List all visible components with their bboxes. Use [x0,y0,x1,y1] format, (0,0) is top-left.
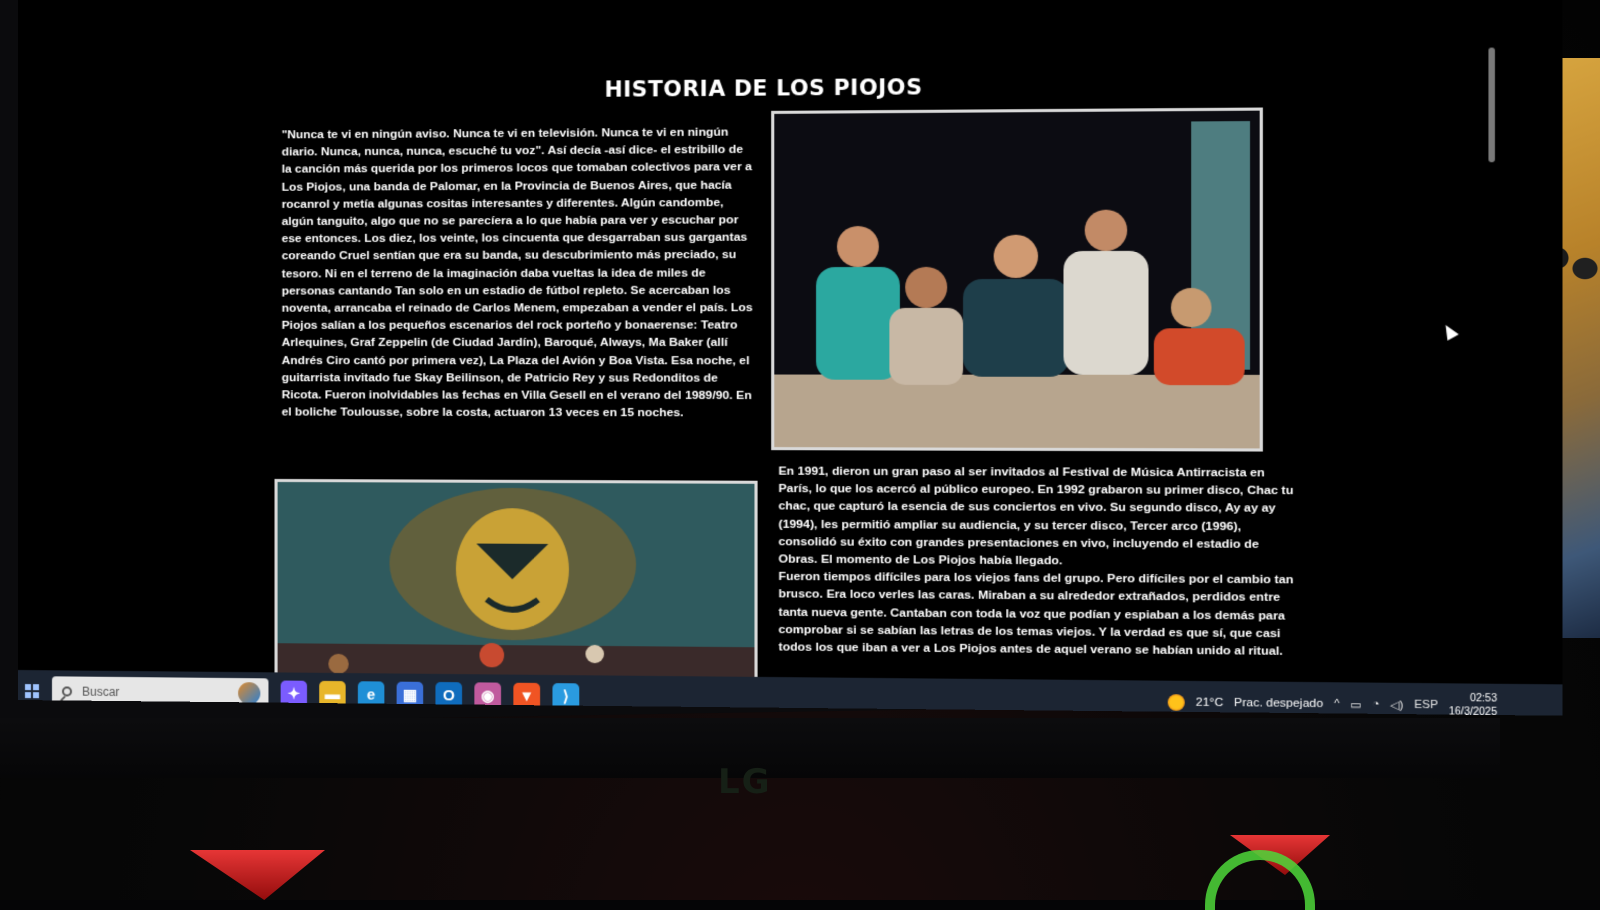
clock-time: 02:53 [1469,692,1498,705]
search-placeholder: Buscar [82,684,120,700]
monitor-screen: HISTORIA DE LOS PIOJOS "Nunca te vi en n… [18,0,1563,716]
language-indicator[interactable]: ESP [1414,699,1438,712]
volume-icon[interactable]: ◁) [1390,698,1403,712]
windows-logo-icon [24,684,39,699]
mouse-cursor-icon [1439,321,1459,341]
history-paragraph-2: En 1991, dieron un gran paso al ser invi… [778,463,1294,568]
search-highlight-icon [238,682,261,705]
page-scrollbar[interactable] [1488,47,1495,163]
clock-date: 16/3/2025 [1448,706,1498,716]
page-title: HISTORIA DE LOS PIOJOS [604,74,923,102]
search-icon [61,686,73,697]
concert-stage-image [277,481,755,703]
weather-desc[interactable]: Prac. despejado [1234,697,1323,710]
history-section-2: En 1991, dieron un gran paso al ser invi… [778,462,1297,660]
chevron-up-icon[interactable]: ^ [1334,698,1340,711]
band-photo [771,107,1263,452]
history-paragraph-1: "Nunca te vi en ningún aviso. Nunca te v… [281,124,753,420]
band-members-image [774,110,1260,449]
wifi-icon[interactable]: ◔ [1372,698,1379,711]
monitor-logo: LG [718,762,772,802]
network-icon[interactable]: ▭ [1350,697,1361,712]
clock[interactable]: 02:53 16/3/2025 [1449,692,1497,716]
concert-photo [274,478,758,704]
web-page: HISTORIA DE LOS PIOJOS "Nunca te vi en n… [18,0,1563,704]
weather-icon[interactable] [1168,694,1186,711]
weather-temp[interactable]: 21°C [1196,696,1223,709]
history-paragraph-3: Fueron tiempos difíciles para los viejos… [778,568,1294,658]
system-tray: 21°C Prac. despejado ^ ▭ ◔ ◁) ESP 02:53 … [1168,689,1562,716]
